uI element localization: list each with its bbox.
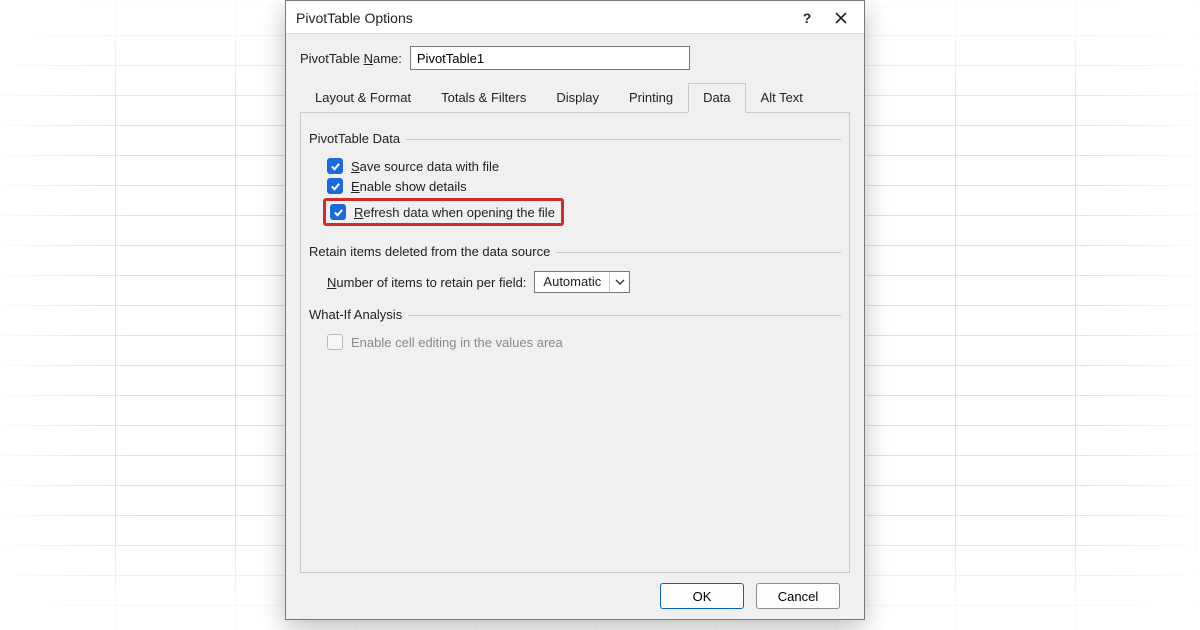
checkbox-icon [327,178,343,194]
checkbox-icon [327,158,343,174]
name-row: PivotTable Name: [300,46,850,70]
dialog-title: PivotTable Options [296,10,790,26]
dialog-body: PivotTable Name: Layout & Format Totals … [286,33,864,619]
tab-data[interactable]: Data [688,83,745,113]
retain-label: Number of items to retain per field: [327,275,526,290]
checkbox-save-source[interactable]: Save source data with file [327,158,841,174]
tab-layout[interactable]: Layout & Format [300,83,426,113]
retain-select[interactable]: Automatic [534,271,630,293]
section-divider [556,252,841,253]
tab-display[interactable]: Display [541,83,614,113]
checkbox-label: Refresh data when opening the file [354,205,555,220]
tab-alttext[interactable]: Alt Text [746,83,818,113]
tab-strip: Layout & Format Totals & Filters Display… [300,82,850,113]
close-button[interactable] [824,5,858,31]
tab-printing[interactable]: Printing [614,83,688,113]
checkbox-label: Save source data with file [351,159,499,174]
section-divider [408,315,841,316]
close-icon [835,12,847,24]
pivottable-name-input[interactable] [410,46,690,70]
retain-row: Number of items to retain per field: Aut… [327,271,841,293]
ok-button[interactable]: OK [660,583,744,609]
dialog-footer: OK Cancel [300,573,850,609]
name-label: PivotTable Name: [300,51,402,66]
checkbox-label: Enable show details [351,179,467,194]
section-whatif: What-If Analysis [309,307,402,322]
help-button[interactable]: ? [790,5,824,31]
section-pivot-data: PivotTable Data [309,131,400,146]
checkbox-icon [327,334,343,350]
highlighted-refresh-option: Refresh data when opening the file [323,198,564,226]
checkbox-show-details[interactable]: Enable show details [327,178,841,194]
retain-value: Automatic [535,273,609,291]
tab-pane-data: PivotTable Data Save source data with fi… [300,113,850,573]
chevron-down-icon [609,272,629,292]
name-label-tail: ame: [373,51,402,66]
titlebar: PivotTable Options ? [286,1,864,33]
checkbox-label: Enable cell editing in the values area [351,335,563,350]
section-retain: Retain items deleted from the data sourc… [309,244,550,259]
checkbox-refresh[interactable] [330,204,346,220]
cancel-button[interactable]: Cancel [756,583,840,609]
section-divider [406,139,841,140]
tab-totals[interactable]: Totals & Filters [426,83,541,113]
checkbox-cell-edit: Enable cell editing in the values area [327,334,841,350]
pivottable-options-dialog: PivotTable Options ? PivotTable Name: La… [285,0,865,620]
